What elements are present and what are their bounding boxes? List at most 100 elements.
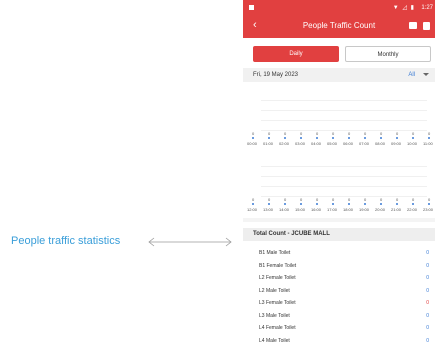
chart-data-label: 0	[396, 197, 399, 202]
location-name: L4 Male Toilet	[259, 337, 290, 344]
chart-tick-label: 02:00	[279, 141, 290, 146]
chart-data-label: 0	[268, 131, 271, 136]
calendar-icon[interactable]	[423, 22, 430, 30]
location-count: 0	[426, 325, 429, 331]
chart-tick-label: 04:00	[311, 141, 322, 146]
chart-data-label: 0	[300, 131, 303, 136]
location-count: 0	[426, 275, 429, 281]
chart-tick-label: 12:00	[247, 207, 258, 212]
chart-point	[348, 203, 350, 205]
period-toggle: Daily Monthly	[253, 46, 431, 62]
chart-data-label: 0	[348, 131, 351, 136]
list-item[interactable]: B1 Male Toilet 0	[243, 247, 435, 259]
location-name: L3 Female Toilet	[259, 300, 296, 306]
location-name: L2 Male Toilet	[259, 287, 290, 294]
list-item[interactable]: L4 Female Toilet 0	[243, 322, 435, 334]
chart-tick-label: 05:00	[327, 141, 338, 146]
total-count-title: Total Count - JCUBE MALL	[253, 231, 330, 237]
chart-point	[252, 203, 254, 205]
chart-point	[396, 137, 398, 139]
chart-gridline	[261, 166, 427, 167]
chart-tick-label: 16:00	[311, 207, 322, 212]
chart-data-label: 0	[396, 131, 399, 136]
chart-data-label: 0	[364, 131, 367, 136]
chart-data-label: 0	[284, 131, 287, 136]
chart-data-label: 0	[428, 197, 431, 202]
chart-point	[300, 137, 302, 139]
chart-point	[252, 137, 254, 139]
chart-tick-label: 21:00	[391, 207, 402, 212]
location-count: 0	[426, 287, 429, 294]
chart-data-label: 0	[364, 197, 367, 202]
status-icons: ▼ ◿ ▮	[392, 5, 415, 11]
chart-tick-label: 11:00	[423, 141, 433, 146]
list-item[interactable]: L2 Male Toilet 0	[243, 285, 435, 297]
list-item[interactable]: L3 Female Toilet 0	[243, 297, 435, 309]
location-count: 0	[426, 337, 429, 344]
location-name: B1 Female Toilet	[259, 262, 297, 269]
list-item[interactable]: B1 Female Toilet 0	[243, 260, 435, 272]
tab-monthly[interactable]: Monthly	[345, 46, 431, 62]
chevron-down-icon[interactable]	[423, 73, 429, 76]
chart-data-label: 0	[332, 131, 335, 136]
notification-icon	[249, 5, 254, 10]
total-count-header: Total Count - JCUBE MALL	[243, 228, 435, 241]
chart-gridline	[261, 186, 427, 187]
chart-point	[364, 137, 366, 139]
chart-point	[284, 203, 286, 205]
status-time: 1:27	[421, 5, 433, 11]
chart-data-label: 0	[380, 197, 383, 202]
chart-point	[412, 137, 414, 139]
chart-data-label: 0	[252, 197, 255, 202]
chart-gridline	[261, 120, 427, 121]
chart-tick-label: 19:00	[359, 207, 370, 212]
chart-point	[332, 137, 334, 139]
app-bar: ‹ People Traffic Count	[243, 16, 435, 38]
chart-point	[332, 203, 334, 205]
chart-data-label: 0	[252, 131, 255, 136]
chart-point	[268, 203, 270, 205]
list-item[interactable]: L3 Male Toilet 0	[243, 310, 435, 322]
selected-date[interactable]: Fri, 19 May 2023	[253, 68, 298, 82]
location-filter[interactable]: All	[408, 68, 415, 82]
chart-tick-label: 09:00	[391, 141, 402, 146]
chart-gridline	[261, 176, 427, 177]
export-icon[interactable]	[409, 22, 417, 29]
location-count: 0	[426, 250, 429, 256]
chart-point	[428, 203, 430, 205]
page-title: People Traffic Count	[302, 21, 376, 30]
location-count: 0	[426, 262, 429, 269]
chart-point	[428, 137, 430, 139]
list-item[interactable]: L2 Female Toilet 0	[243, 272, 435, 284]
chart-tick-label: 10:00	[407, 141, 418, 146]
chart-point	[348, 137, 350, 139]
chart-tick-label: 13:00	[263, 207, 274, 212]
location-name: L4 Female Toilet	[259, 325, 296, 331]
chart-tick-label: 06:00	[343, 141, 354, 146]
chart-point	[316, 203, 318, 205]
chart-point	[380, 203, 382, 205]
chart-data-label: 0	[300, 197, 303, 202]
list-item[interactable]: L4 Male Toilet 0	[243, 335, 435, 347]
tab-daily[interactable]: Daily	[253, 46, 339, 62]
chart-tick-label: 00:00	[247, 141, 258, 146]
annotation-label: People traffic statistics	[11, 235, 121, 247]
chart-tick-label: 08:00	[375, 141, 386, 146]
chart-tick-label: 23:00	[423, 207, 434, 212]
chart-tick-label: 18:00	[343, 207, 354, 212]
status-bar: ▼ ◿ ▮ 1:27	[243, 0, 435, 16]
location-name: L2 Female Toilet	[259, 275, 296, 281]
hourly-chart-pm: 0 12:00 0 13:00 0 14:00 0 15:00 0 16:00 0 17:00 0 18:…	[247, 160, 433, 216]
chart-tick-label: 17:00	[327, 207, 338, 212]
chart-gridline	[261, 100, 427, 101]
chart-point	[396, 203, 398, 205]
chart-tick-label: 07:00	[359, 141, 370, 146]
chart-point	[300, 203, 302, 205]
chart-data-label: 0	[428, 131, 431, 136]
chart-data-label: 0	[332, 197, 335, 202]
double-arrow-icon	[148, 237, 232, 247]
chart-point	[284, 137, 286, 139]
location-name: L3 Male Toilet	[259, 312, 290, 319]
location-name: B1 Male Toilet	[259, 250, 291, 256]
hourly-chart-am: 0 00:00 0 01:00 0 02:00 0 03:00 0 04:00 0 05:00 0 06:…	[247, 92, 433, 152]
